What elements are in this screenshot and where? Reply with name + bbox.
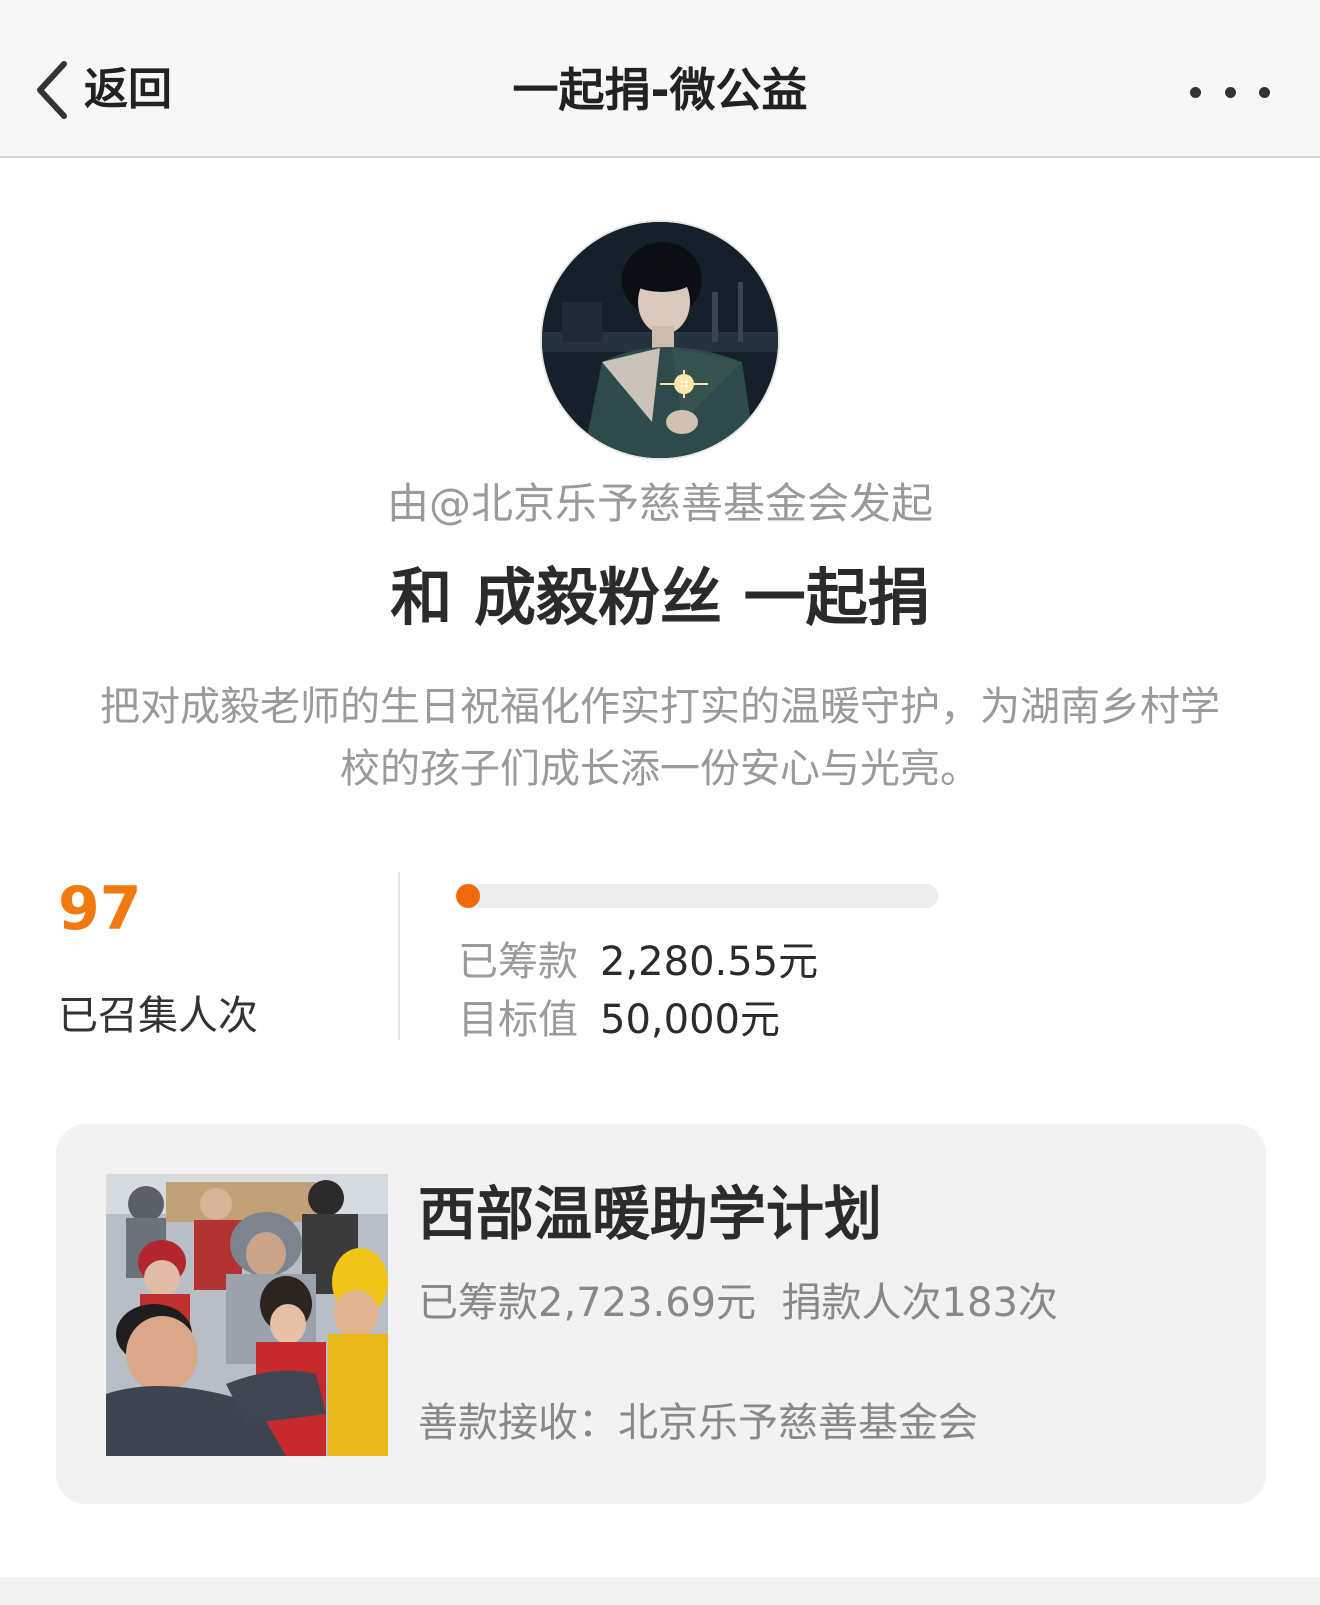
initiator-avatar[interactable]: [540, 220, 780, 460]
campaign-description: 把对成毅老师的生日祝福化作实打实的温暖守护，为湖南乡村学校的孩子们成长添一份安心…: [100, 684, 1220, 792]
project-photo: [106, 1174, 388, 1456]
project-receiver: 善款接收：北京乐予慈善基金会: [418, 1400, 978, 1446]
bottom-section-divider: [0, 1577, 1320, 1605]
raised-label: 已筹款: [458, 939, 578, 985]
participant-count: 97: [58, 874, 142, 944]
project-stats: 已筹款2,723.69元 捐款人次183次: [418, 1280, 1058, 1326]
top-nav-bar: 返回 一起捐-微公益: [0, 0, 1320, 158]
project-title: 西部温暖助学计划: [418, 1180, 883, 1248]
project-thumbnail: [106, 1174, 388, 1456]
initiator-text[interactable]: 由@北京乐予慈善基金会发起: [0, 474, 1320, 534]
more-dots-icon: [1259, 86, 1270, 98]
stats-divider: [398, 872, 400, 1040]
target-amount-row: 目标值 50,000元: [458, 992, 780, 1048]
avatar-image: [542, 222, 778, 458]
progress-fill: [456, 884, 480, 908]
more-options-button[interactable]: [1190, 72, 1270, 112]
project-card[interactable]: 西部温暖助学计划 已筹款2,723.69元 捐款人次183次 善款接收：北京乐予…: [56, 1124, 1266, 1504]
raised-amount-row: 已筹款 2,280.55元: [458, 934, 818, 990]
more-dots-icon: [1224, 86, 1236, 98]
target-value: 50,000元: [600, 997, 780, 1043]
page-title: 一起捐-微公益: [512, 63, 808, 117]
target-label: 目标值: [458, 997, 578, 1043]
participant-count-label: 已召集人次: [58, 993, 258, 1039]
raised-value: 2,280.55元: [600, 939, 819, 985]
more-dots-icon: [1190, 86, 1201, 98]
campaign-headline: 和 成毅粉丝 一起捐: [390, 561, 930, 634]
fundraising-progress-bar: [456, 884, 938, 908]
